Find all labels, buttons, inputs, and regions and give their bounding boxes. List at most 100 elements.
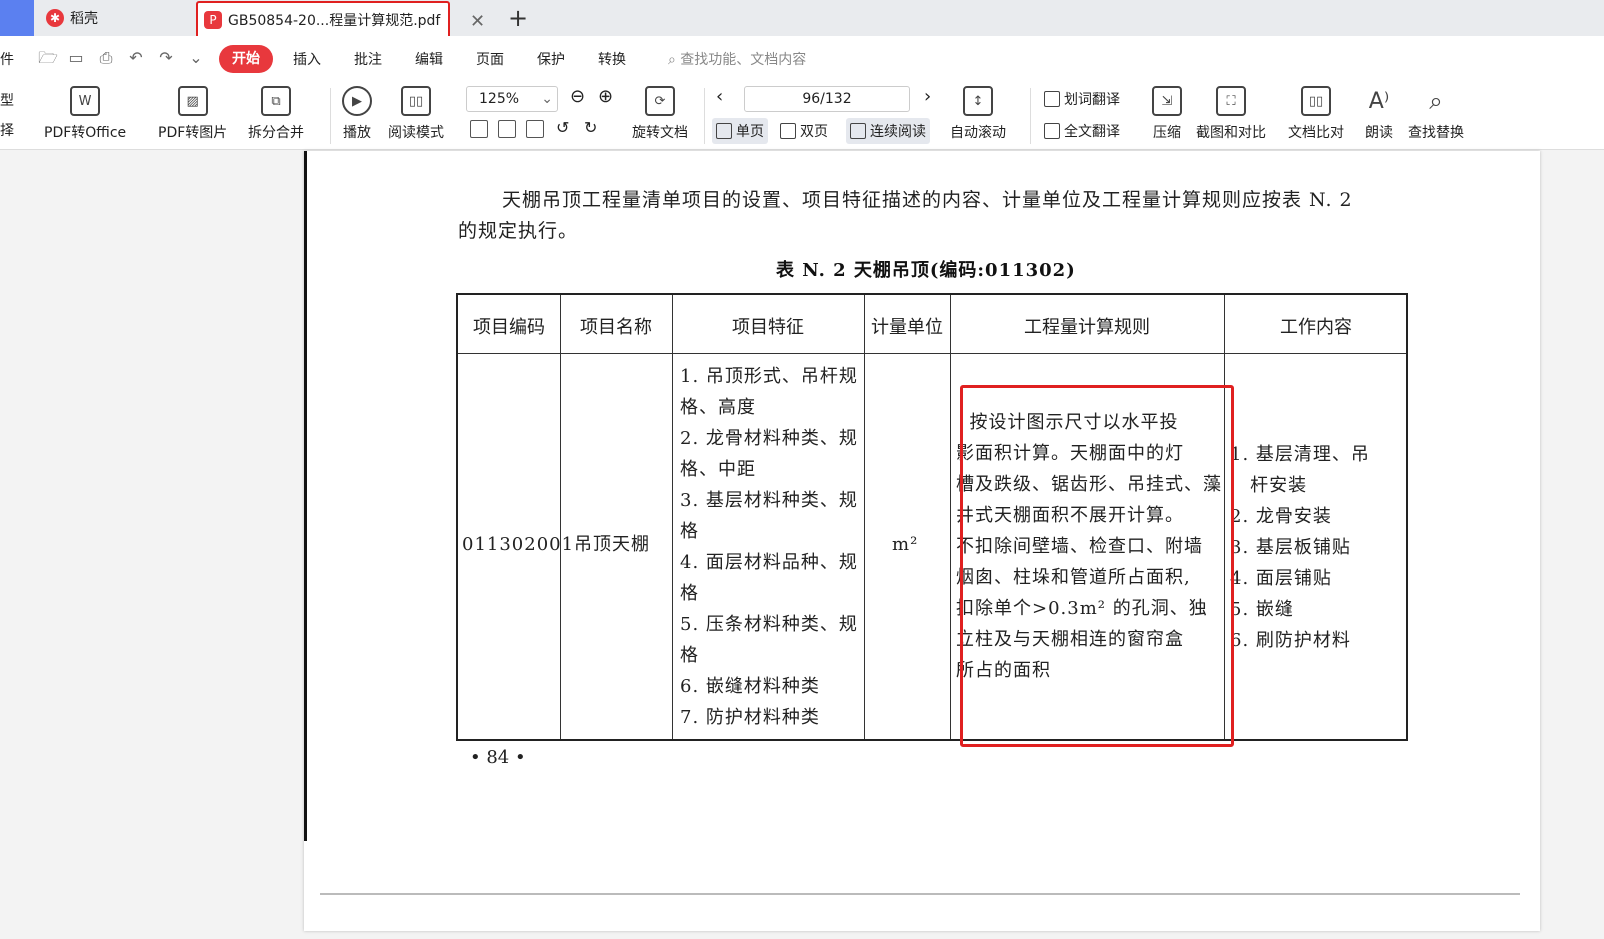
doc-compare-button[interactable]: ▯▯ 文档比对	[1288, 82, 1344, 142]
search-placeholder: 查找功能、文档内容	[680, 52, 807, 68]
cell-line: 2. 龙骨安装	[1230, 506, 1332, 527]
header-features: 项目特征	[732, 317, 804, 338]
page-number: • 84 •	[470, 747, 526, 768]
menu-protect[interactable]: 保护	[537, 49, 565, 69]
page-number-input[interactable]: 96/132	[744, 86, 910, 112]
tab-home[interactable]: ✱ 稻壳	[46, 0, 98, 36]
pdf-to-image-button[interactable]: ▨ PDF转图片	[158, 82, 227, 142]
play-button[interactable]: ▶ 播放	[342, 82, 372, 142]
data-table: 项目编码 项目名称 项目特征 计量单位 工程量计算规则 工作内容 0113020…	[456, 293, 1408, 741]
open-folder-icon[interactable]: 🗁	[38, 48, 58, 68]
tab-pdf-document[interactable]: P GB50854-20...程量计算规范.pdf ✕	[196, 1, 485, 39]
search-input[interactable]: ⌕ 查找功能、文档内容	[668, 49, 806, 69]
rotate-right-icon[interactable]: ↻	[584, 118, 597, 137]
close-icon[interactable]: ✕	[470, 11, 485, 32]
print-icon[interactable]: ⎙	[96, 48, 116, 68]
fit-page-icon[interactable]	[498, 120, 516, 138]
continuous-read-label: 连续阅读	[870, 124, 926, 140]
cell-unit: m²	[892, 534, 919, 555]
menu-insert[interactable]: 插入	[293, 49, 321, 69]
cell-line: 6. 刷防护材料	[1230, 630, 1351, 651]
table-rule	[560, 295, 561, 739]
compress-button[interactable]: ⇲ 压缩	[1152, 82, 1182, 142]
file-menu-cut[interactable]: 件	[0, 49, 14, 69]
save-icon[interactable]: ▭	[66, 48, 86, 68]
cut-label-bottom[interactable]: 择	[0, 120, 14, 140]
play-label: 播放	[343, 125, 371, 141]
single-page-button[interactable]: 单页	[712, 118, 768, 144]
document-viewport[interactable]: 天棚吊顶工程量清单项目的设置、项目特征描述的内容、计量单位及工程量计算规则应按表…	[0, 151, 1604, 939]
tab-bar: ✱ 稻壳 P GB50854-20...程量计算规范.pdf ✕ +	[0, 0, 1604, 39]
menu-annotate[interactable]: 批注	[354, 49, 382, 69]
find-replace-button[interactable]: ⌕ 查找替换	[1408, 82, 1464, 142]
double-page-label: 双页	[800, 124, 828, 140]
undo-icon[interactable]: ↶	[126, 48, 146, 68]
word-translate-label: 划词翻译	[1064, 92, 1120, 108]
rotate-document-icon: ⟳	[645, 86, 675, 116]
docer-logo-icon: ✱	[46, 9, 64, 27]
rotate-left-icon[interactable]: ↺	[556, 118, 569, 137]
cell-features: 1. 吊顶形式、吊杆规 格、高度 2. 龙骨材料种类、规 格、中距 3. 基层材料种类、…	[680, 361, 858, 733]
tab-pdf-label: GB50854-20...程量计算规范.pdf	[228, 13, 441, 29]
magnifier-icon: ⌕	[1429, 87, 1443, 115]
cell-line: 3. 基层板铺贴	[1230, 537, 1351, 558]
read-mode-button[interactable]: ▯▯ 阅读模式	[388, 82, 444, 142]
redo-icon[interactable]: ↷	[156, 48, 176, 68]
split-merge-button[interactable]: ⧉ 拆分合并	[248, 82, 304, 142]
continuous-read-icon	[850, 123, 866, 139]
full-translate-label: 全文翻译	[1064, 124, 1120, 140]
menu-bar: 件 🗁 ▭ ⎙ ↶ ↷ ⌄ 开始 插入 批注 编辑 页面 保护 转换 ⌕ 查找功…	[0, 36, 1604, 82]
actual-size-icon[interactable]	[470, 120, 488, 138]
app-strip	[0, 0, 34, 36]
word-translate-button[interactable]: 划词翻译	[1040, 86, 1124, 112]
cell-line: 3. 基层材料种类、规	[680, 490, 858, 511]
cell-line: 格	[680, 521, 699, 542]
compress-icon: ⇲	[1152, 86, 1182, 116]
cell-line: 5. 嵌缝	[1230, 599, 1294, 620]
compare-icon: ▯▯	[1301, 86, 1331, 116]
rotate-document-button[interactable]: ⟳ 旋转文档	[632, 82, 688, 142]
menu-page[interactable]: 页面	[476, 49, 504, 69]
next-page-icon[interactable]: ›	[924, 86, 931, 107]
pdf-to-image-label: PDF转图片	[158, 125, 228, 141]
menu-convert[interactable]: 转换	[598, 49, 626, 69]
split-merge-icon: ⧉	[261, 86, 291, 116]
cell-line: 6. 嵌缝材料种类	[680, 676, 820, 697]
pdf-to-office-label: PDF转Office	[44, 125, 127, 141]
full-translate-button[interactable]: 全文翻译	[1040, 118, 1124, 144]
table-rule	[950, 295, 951, 739]
previous-page-icon[interactable]: ‹	[716, 86, 723, 107]
read-aloud-button[interactable]: A⁾ 朗读	[1364, 82, 1394, 142]
zoom-value: 125%	[479, 91, 520, 107]
auto-scroll-label: 自动滚动	[950, 125, 1006, 141]
zoom-in-icon[interactable]: ⊕	[598, 86, 613, 107]
continuous-read-button[interactable]: 连续阅读	[846, 118, 930, 144]
search-icon: ⌕	[668, 52, 676, 68]
more-chevron-down-icon[interactable]: ⌄	[186, 48, 206, 68]
chevron-down-icon: ⌄	[541, 91, 553, 107]
cut-label-top[interactable]: 型	[0, 90, 14, 110]
auto-scroll-button[interactable]: ↕ 自动滚动	[950, 82, 1006, 142]
zoom-out-icon[interactable]: ⊖	[570, 86, 585, 107]
translate-icon	[1044, 91, 1060, 107]
double-page-button[interactable]: 双页	[776, 118, 832, 144]
doc-compare-label: 文档比对	[1288, 125, 1344, 141]
menu-start[interactable]: 开始	[219, 45, 273, 73]
cell-line: 4. 面层铺贴	[1230, 568, 1332, 589]
screenshot-compare-button[interactable]: ⛶ 截图和对比	[1196, 82, 1266, 142]
divider	[704, 88, 705, 144]
fit-width-icon[interactable]	[526, 120, 544, 138]
pdf-to-office-button[interactable]: W PDF转Office	[44, 82, 126, 142]
paragraph-line: 的规定执行。	[458, 220, 579, 242]
new-tab-button[interactable]: +	[508, 4, 528, 32]
full-translate-icon	[1044, 123, 1060, 139]
screenshot-icon: ⛶	[1216, 86, 1246, 116]
menu-edit[interactable]: 编辑	[415, 49, 443, 69]
zoom-select[interactable]: 125% ⌄	[466, 86, 558, 112]
single-page-label: 单页	[736, 124, 764, 140]
header-work: 工作内容	[1280, 317, 1352, 338]
table-caption: 表 N. 2 天棚吊顶(编码:011302)	[776, 260, 1076, 281]
header-name: 项目名称	[580, 317, 652, 338]
read-aloud-label: 朗读	[1365, 125, 1393, 141]
read-mode-label: 阅读模式	[388, 125, 444, 141]
